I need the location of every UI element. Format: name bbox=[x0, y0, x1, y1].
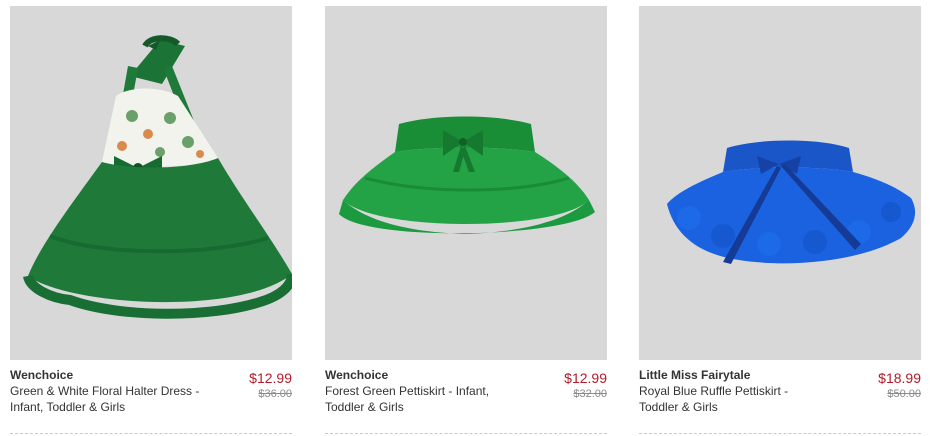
product-card[interactable]: Wenchoice Forest Green Pettiskirt - Infa… bbox=[325, 6, 607, 436]
product-brand[interactable]: Wenchoice bbox=[325, 368, 388, 382]
product-grid: Wenchoice Green & White Floral Halter Dr… bbox=[0, 0, 946, 436]
sale-price: $18.99 bbox=[878, 370, 921, 386]
green-pettiskirt-illustration bbox=[339, 116, 595, 234]
product-brand[interactable]: Little Miss Fairytale bbox=[639, 368, 750, 382]
product-name[interactable]: Royal Blue Ruffle Pettiskirt - Toddler &… bbox=[639, 383, 829, 415]
original-price: $32.00 bbox=[573, 388, 607, 400]
product-card[interactable]: Little Miss Fairytale Royal Blue Ruffle … bbox=[639, 6, 921, 436]
product-card[interactable]: Wenchoice Green & White Floral Halter Dr… bbox=[10, 6, 292, 436]
halter-dress-illustration bbox=[23, 35, 292, 319]
product-name[interactable]: Green & White Floral Halter Dress - Infa… bbox=[10, 383, 200, 415]
product-image[interactable] bbox=[639, 6, 921, 360]
product-image[interactable] bbox=[10, 6, 292, 360]
original-price: $50.00 bbox=[887, 388, 921, 400]
card-divider bbox=[639, 433, 921, 434]
card-divider bbox=[10, 433, 292, 434]
product-image[interactable] bbox=[325, 6, 607, 360]
sale-price: $12.99 bbox=[564, 370, 607, 386]
card-divider bbox=[325, 433, 607, 434]
product-name[interactable]: Forest Green Pettiskirt - Infant, Toddle… bbox=[325, 383, 515, 415]
original-price: $36.00 bbox=[258, 388, 292, 400]
product-brand[interactable]: Wenchoice bbox=[10, 368, 73, 382]
blue-pettiskirt-illustration bbox=[667, 140, 916, 264]
sale-price: $12.99 bbox=[249, 370, 292, 386]
